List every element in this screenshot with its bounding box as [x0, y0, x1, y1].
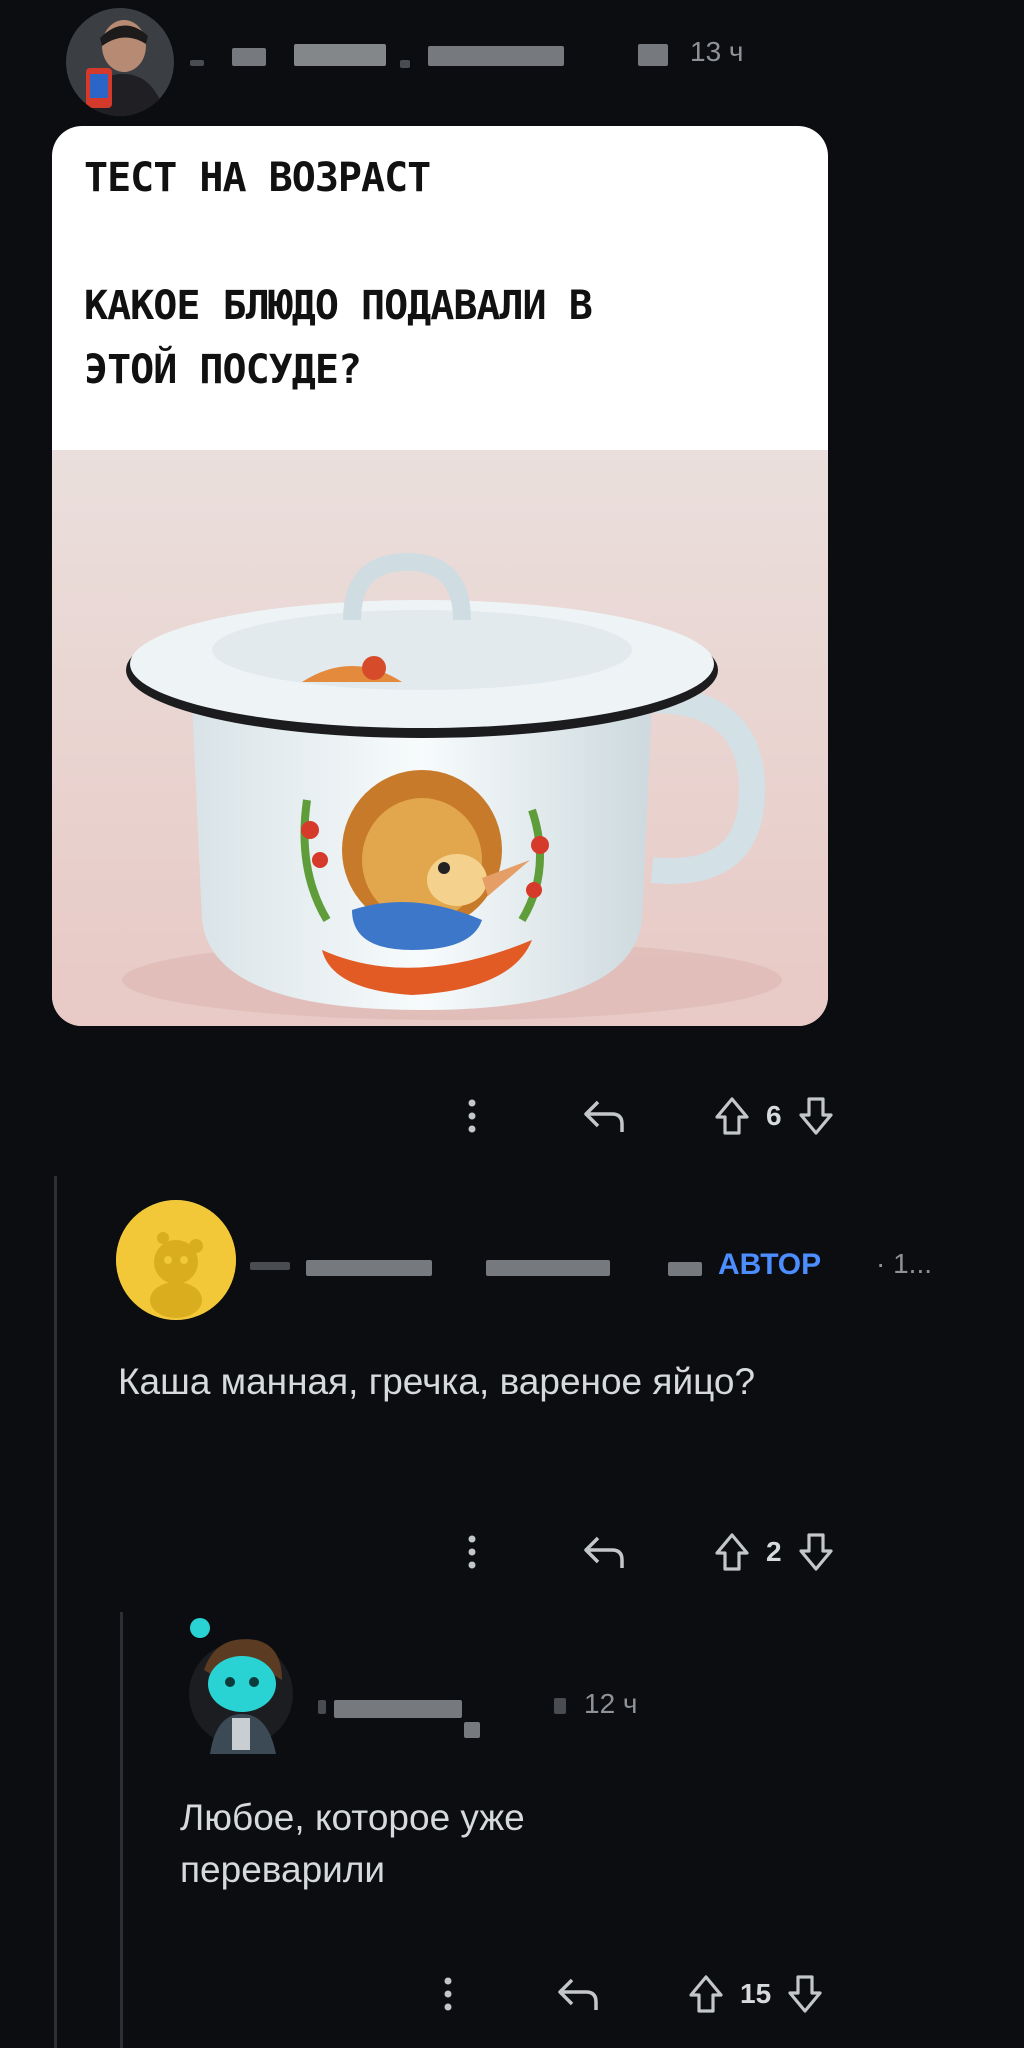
comment1-username-redacted	[486, 1260, 610, 1276]
thread-line	[54, 1176, 57, 2048]
comment1-text: Каша манная, гречка, вареное яйцо?	[118, 1361, 756, 1402]
post-username-redacted	[232, 48, 266, 66]
comment1-avatar[interactable]	[116, 1200, 236, 1320]
nested-thread-line	[120, 1612, 123, 2048]
comment2-username-redacted	[334, 1700, 462, 1718]
post-username-redacted	[638, 44, 668, 66]
comment2-username-redacted	[464, 1722, 480, 1738]
comment1-action-bar: 2	[452, 1522, 840, 1582]
comment1-username-redacted	[306, 1260, 432, 1276]
comment2-username-redacted	[318, 1700, 326, 1714]
reply-arrow-icon[interactable]	[574, 1096, 634, 1136]
author-badge: АВТОР	[718, 1248, 822, 1281]
post-author-avatar[interactable]	[66, 8, 174, 116]
post-action-bar: 6	[452, 1086, 840, 1146]
post-image-card[interactable]: ТЕСТ НА ВОЗРАСТ КАКОЕ БЛЮДО ПОДАВАЛИ В Э…	[52, 126, 828, 1026]
comment1-username-redacted	[250, 1262, 290, 1270]
comment2-username-redacted	[554, 1698, 566, 1714]
upvote-arrow-icon[interactable]	[708, 1531, 756, 1573]
upvote-arrow-icon[interactable]	[682, 1973, 730, 2015]
comment2-text: Любое, которое уже переварили	[180, 1797, 525, 1890]
post-username-redacted	[190, 60, 204, 66]
downvote-arrow-icon[interactable]	[792, 1095, 840, 1137]
comment1-time: · 1...	[876, 1248, 933, 1279]
more-vertical-icon[interactable]	[452, 1534, 492, 1570]
post-vote-count: 6	[766, 1100, 782, 1131]
comment2-vote-count: 15	[740, 1978, 772, 2009]
reply-arrow-icon[interactable]	[548, 1974, 608, 2014]
post-username-redacted	[400, 60, 410, 68]
comment1-username-redacted	[668, 1262, 702, 1276]
post-username-redacted	[428, 46, 564, 66]
more-vertical-icon[interactable]	[428, 1976, 468, 2012]
post-username-redacted	[294, 44, 386, 66]
enamel-pot-photo	[52, 450, 828, 1026]
upvote-arrow-icon[interactable]	[708, 1095, 756, 1137]
post-time: 13 ч	[690, 36, 744, 67]
comment2-time: 12 ч	[584, 1688, 638, 1719]
downvote-arrow-icon[interactable]	[792, 1531, 840, 1573]
downvote-arrow-icon[interactable]	[781, 1973, 829, 2015]
post-image-caption: ТЕСТ НА ВОЗРАСТ КАКОЕ БЛЮДО ПОДАВАЛИ В Э…	[84, 155, 593, 393]
more-vertical-icon[interactable]	[452, 1098, 492, 1134]
comment2-action-bar: 15	[428, 1964, 829, 2024]
reply-arrow-icon[interactable]	[574, 1532, 634, 1572]
comment2-avatar[interactable]	[186, 1614, 296, 1754]
comment1-vote-count: 2	[766, 1536, 782, 1567]
